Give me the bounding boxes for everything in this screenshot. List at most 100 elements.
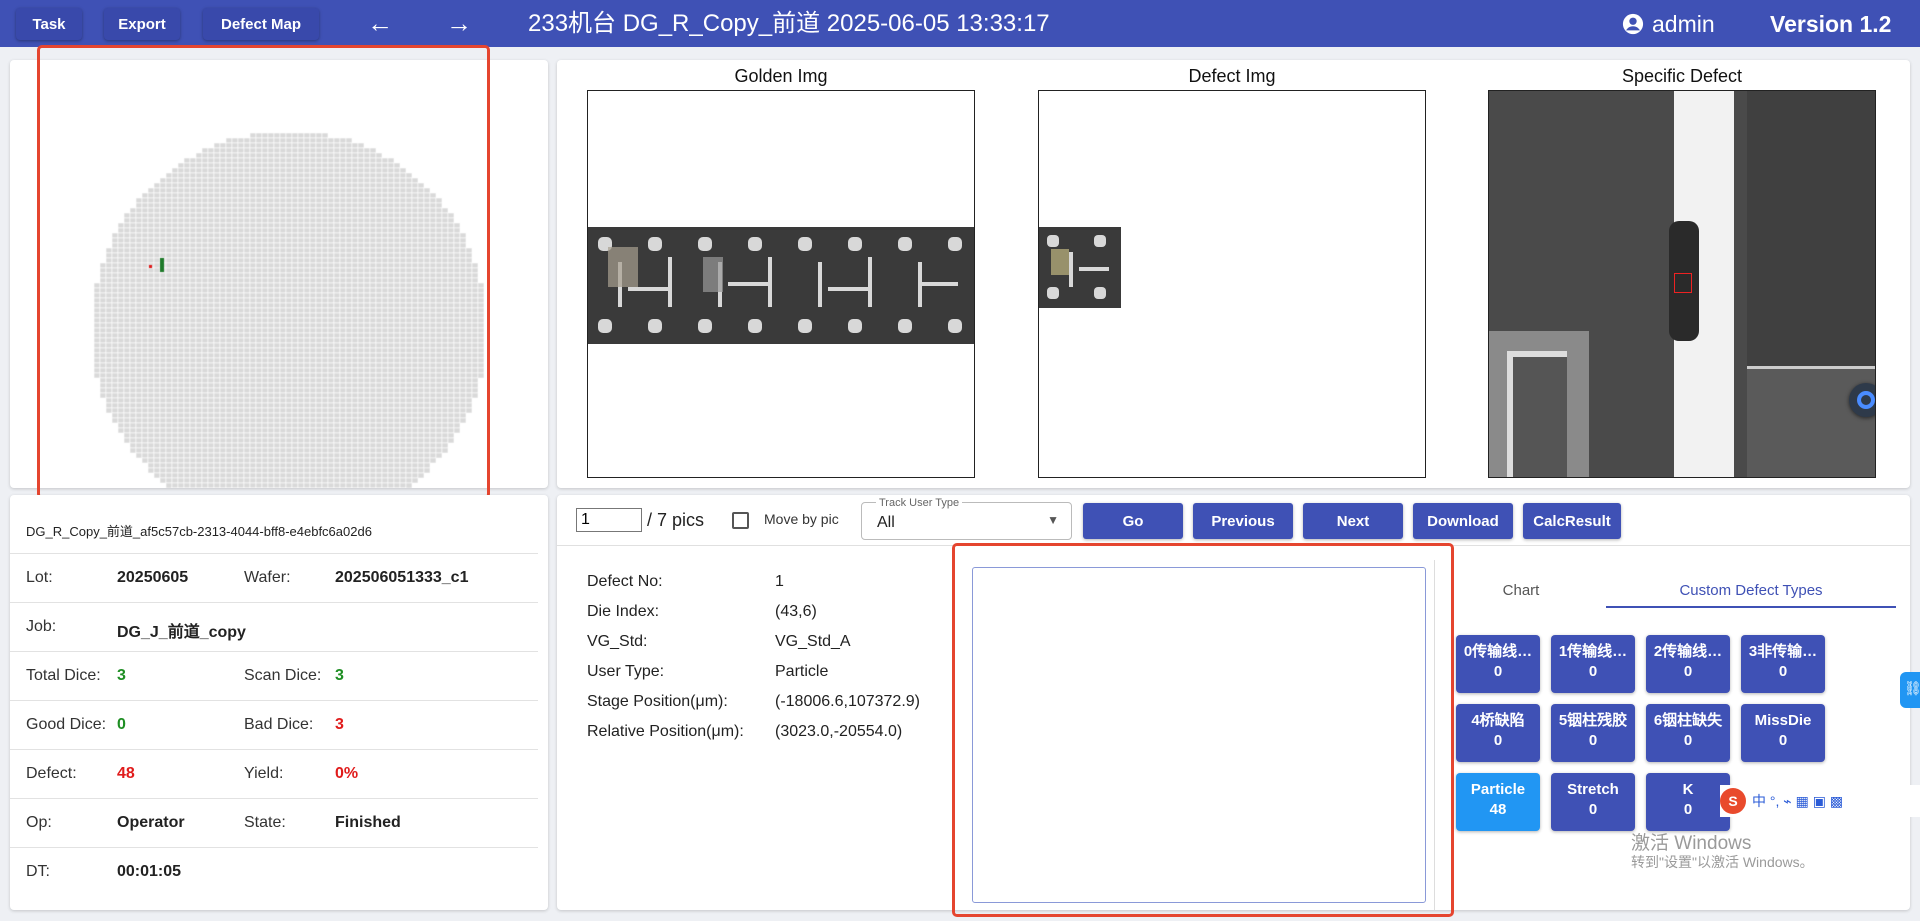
dropdown-caret-icon: ▼ [1047, 513, 1059, 527]
previous-button[interactable]: Previous [1193, 503, 1293, 539]
info-label: Total Dice: [26, 667, 101, 684]
defect-type-button[interactable]: 2传输线… 0 [1646, 635, 1730, 693]
defect-field-value: (43,6) [775, 603, 817, 620]
defect-type-button[interactable]: 0传输线… 0 [1456, 635, 1540, 693]
defect-type-count: 0 [1588, 801, 1598, 818]
info-label: Job: [26, 618, 57, 635]
info-label: DT: [26, 863, 50, 880]
defect-field-label: Relative Position(μm): [587, 723, 744, 740]
defect-type-button[interactable]: Stretch 0 [1551, 773, 1635, 831]
back-arrow-icon[interactable]: ← [362, 8, 398, 40]
info-label: Wafer: [244, 569, 291, 586]
info-row: Good Dice: 0 Bad Dice: 3 [10, 700, 538, 749]
golden-image[interactable] [587, 90, 975, 478]
forward-arrow-icon[interactable]: → [441, 8, 477, 40]
defect-type-button[interactable]: MissDie 0 [1741, 704, 1825, 762]
calc-result-button[interactable]: CalcResult [1523, 503, 1621, 539]
download-button[interactable]: Download [1413, 503, 1513, 539]
defect-field-value: VG_Std_A [775, 633, 851, 650]
tab-chart[interactable]: Chart [1456, 574, 1586, 608]
info-value: 0 [117, 716, 126, 733]
page-title: 233机台 DG_R_Copy_前道 2025-06-05 13:33:17 [528, 10, 1050, 37]
info-value: DG_J_前道_copy [117, 624, 246, 641]
wafer-map-panel [10, 60, 548, 488]
golden-img-title: Golden Img [734, 66, 828, 86]
defect-type-count: 0 [1683, 732, 1693, 749]
circuit-pattern-icon [1047, 235, 1109, 299]
task-button[interactable]: Task [16, 8, 82, 40]
defect-type-button[interactable]: 4桥缺陷 0 [1456, 704, 1540, 762]
ime-toolbar[interactable]: S 中 °, ⌁ ▦ ▣ ▩ [1720, 785, 1920, 817]
defect-type-name: 6铟柱缺失 [1653, 712, 1723, 729]
info-value: Operator [117, 814, 185, 831]
defect-type-name: 5铟柱残胶 [1558, 712, 1628, 729]
defect-type-count: 0 [1778, 732, 1788, 749]
defect-type-name: 1传输线… [1558, 643, 1628, 660]
lower-region [1747, 366, 1875, 477]
user-menu[interactable]: admin [1622, 8, 1715, 40]
defect-type-button[interactable]: 5铟柱残胶 0 [1551, 704, 1635, 762]
defect-type-button[interactable]: 1传输线… 0 [1551, 635, 1635, 693]
tab-custom-defect-types[interactable]: Custom Defect Types [1606, 574, 1896, 608]
defect-type-button[interactable]: K0 [1646, 773, 1730, 831]
circuit-pattern-icon [598, 237, 962, 333]
defect-image[interactable] [1038, 90, 1426, 478]
vertical-divider [1434, 560, 1435, 910]
user-name: admin [1652, 10, 1715, 37]
info-row: Op: Operator State: Finished [10, 798, 538, 847]
defect-type-count: 0 [1588, 732, 1598, 749]
floating-assist-icon[interactable] [1849, 383, 1875, 417]
defect-type-count: 0 [1683, 801, 1693, 818]
go-button[interactable]: Go [1083, 503, 1183, 539]
defect-type-name: 2传输线… [1653, 643, 1723, 660]
info-value: 3 [335, 716, 344, 733]
defect-marker-box [1674, 273, 1692, 293]
info-value: 48 [117, 765, 135, 782]
info-label: State: [244, 814, 286, 831]
track-user-type-select[interactable]: Track User Type All ▼ [861, 497, 1072, 540]
info-label: Good Dice: [26, 716, 107, 733]
move-by-pic-checkbox[interactable] [732, 512, 749, 529]
defect-type-name: MissDie [1754, 712, 1812, 729]
link-side-widget[interactable]: ⛓ [1900, 672, 1920, 708]
info-row: DT: 00:01:05 [10, 847, 538, 896]
defect-type-count: 0 [1588, 663, 1598, 680]
info-value: 00:01:05 [117, 863, 182, 880]
pad-inner [1507, 351, 1567, 477]
ime-glyphs-icon: 中 °, ⌁ ▦ ▣ ▩ [1752, 793, 1844, 809]
wafer-map[interactable] [10, 60, 548, 488]
top-app-bar: Task Export Defect Map ← → 233机台 DG_R_Co… [0, 0, 1920, 47]
defect-field-value: Particle [775, 663, 829, 680]
pic-index-input[interactable] [576, 508, 642, 532]
defect-type-button[interactable]: 6铟柱缺失 0 [1646, 704, 1730, 762]
link-icon: ⛓ [1904, 680, 1920, 696]
defect-img-title: Defect Img [1188, 66, 1276, 86]
info-label: Scan Dice: [244, 667, 322, 684]
defect-field-value: (-18006.6,107372.9) [775, 693, 920, 710]
defect-type-name: 0传输线… [1463, 643, 1533, 660]
info-label: Defect: [26, 765, 77, 782]
specific-defect-title: Specific Defect [1621, 66, 1743, 86]
track-user-type-value: All [877, 514, 895, 531]
activation-watermark-text: 转到"设置"以激活 Windows。 [1631, 854, 1814, 870]
version-label: Version 1.2 [1770, 11, 1892, 37]
defect-type-name: Particle [1470, 781, 1526, 798]
export-button[interactable]: Export [104, 8, 180, 40]
defect-field-label: User Type: [587, 663, 665, 680]
pic-total: / 7 pics [647, 510, 705, 530]
info-value: 202506051333_c1 [335, 569, 469, 586]
defect-type-button[interactable]: Particle 48 [1456, 773, 1540, 831]
defect-type-count: 0 [1493, 663, 1503, 680]
defect-map-button[interactable]: Defect Map [203, 8, 319, 40]
defect-type-button[interactable]: 3非传输… 0 [1741, 635, 1825, 693]
specific-defect-image[interactable] [1488, 90, 1876, 478]
defect-type-name: K [1682, 781, 1694, 798]
defect-type-count: 48 [1489, 801, 1507, 818]
defect-type-name: 4桥缺陷 [1471, 712, 1525, 729]
defect-note-textarea[interactable] [972, 567, 1426, 903]
next-button[interactable]: Next [1303, 503, 1403, 539]
defect-type-count: 0 [1493, 732, 1503, 749]
defect-field-label: Stage Position(μm): [587, 693, 728, 710]
info-value: 3 [335, 667, 344, 684]
info-value: 0% [335, 765, 359, 782]
